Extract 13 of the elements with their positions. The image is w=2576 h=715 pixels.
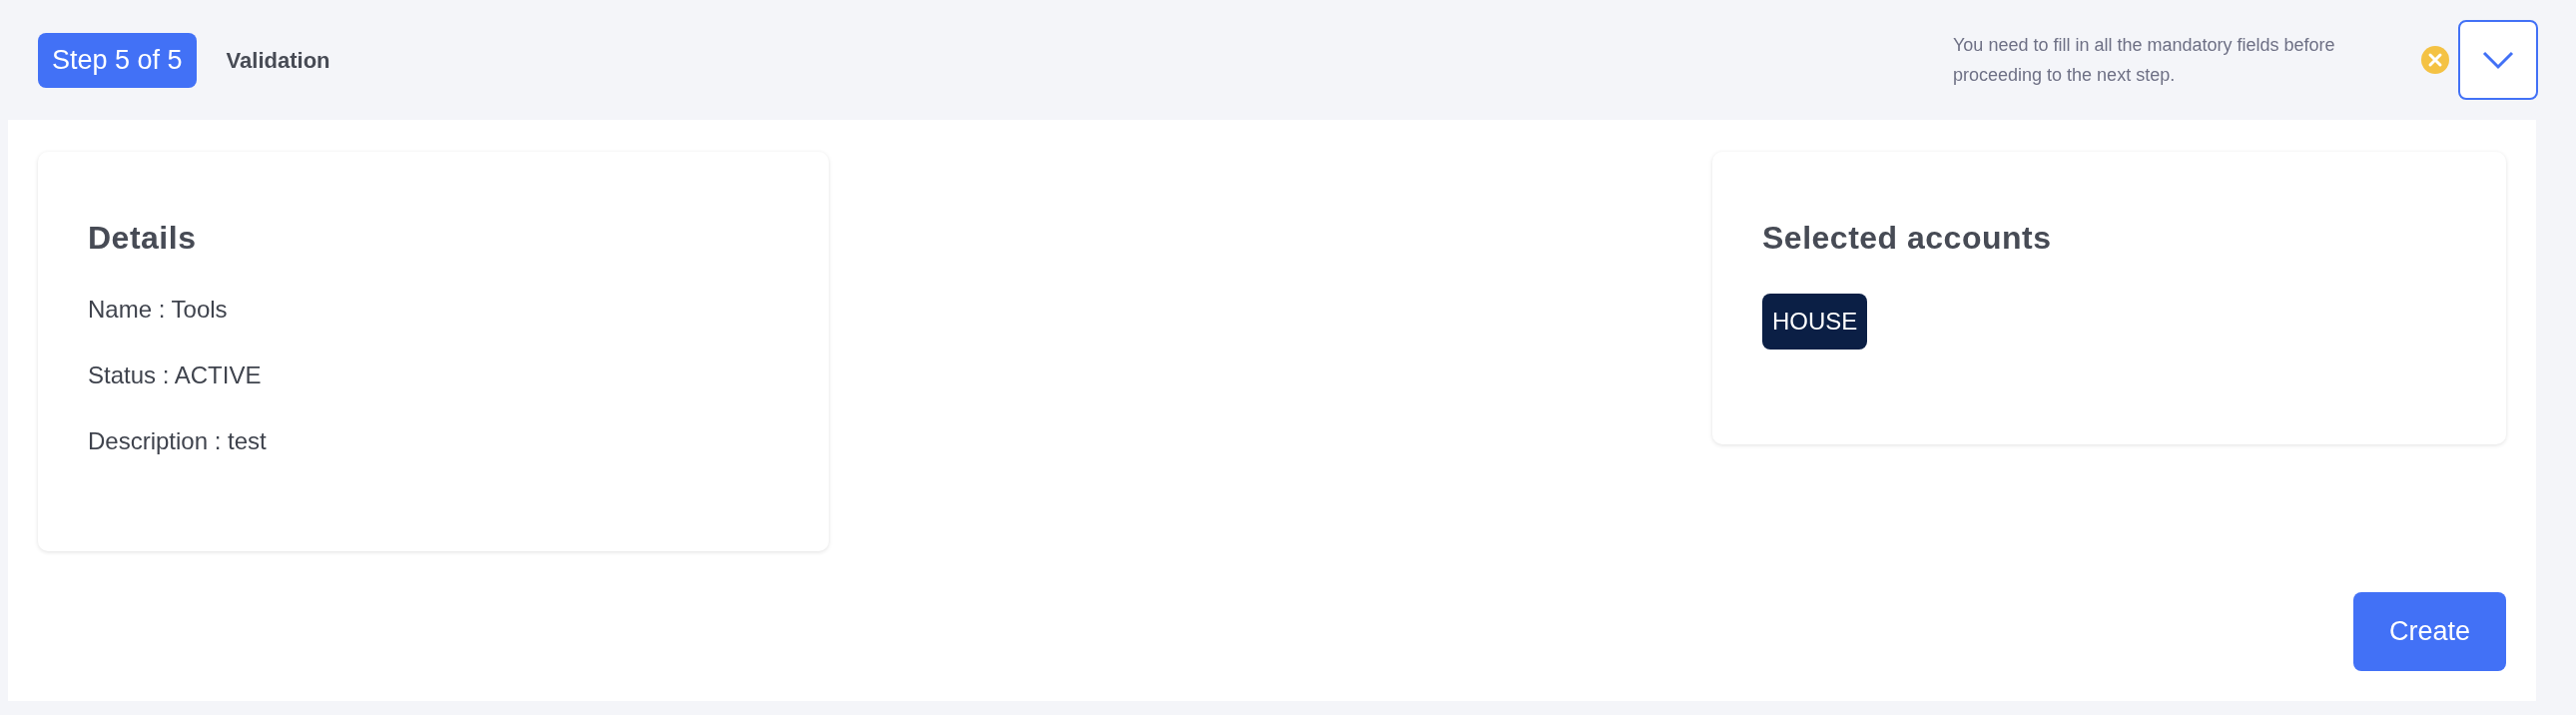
warning-message: You need to fill in all the mandatory fields before proceeding to the next step. [1953,34,2336,87]
chevron-icon [2481,50,2515,70]
expand-button[interactable] [2458,20,2538,100]
card-title: Selected accounts [1762,219,2053,258]
create-button[interactable]: Create [2353,592,2506,671]
detail-line: Description : test [88,426,268,456]
account-tag: HOUSE [1762,294,1868,350]
detail-line: Name : Tools [88,295,229,325]
detail-line: Status : ACTIVE [88,360,263,390]
step-badge: Step 5 of 5 [38,32,197,88]
step-title: Validation [226,46,330,75]
warning-icon [2420,45,2450,75]
card-title: Details [88,219,198,258]
